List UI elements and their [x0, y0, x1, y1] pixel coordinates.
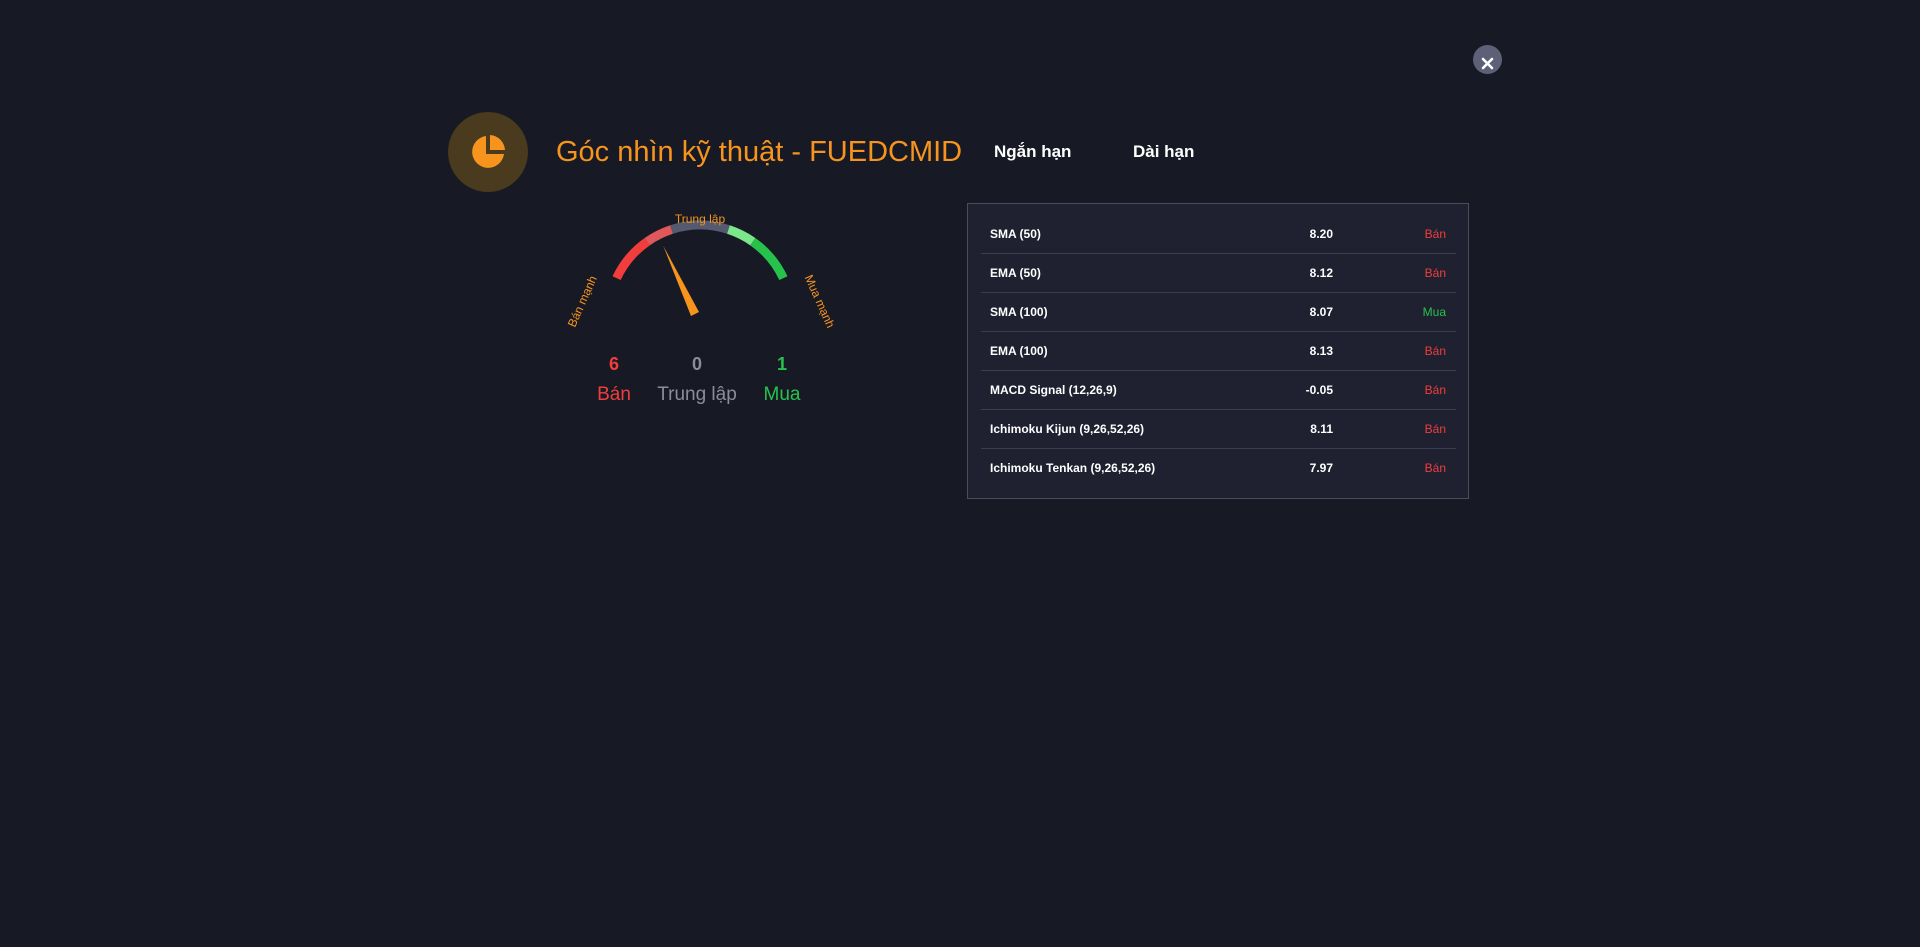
gauge-segment-strong-sell [612, 237, 650, 281]
indicator-name: Ichimoku Kijun (9,26,52,26) [990, 422, 1145, 436]
indicator-signal: Bán [1424, 422, 1446, 436]
indicator-signal: Bán [1424, 227, 1446, 241]
gauge-needle [663, 245, 699, 317]
gauge-label-strong-sell: Bán mạnh [565, 274, 600, 330]
indicator-name: SMA (50) [990, 227, 1041, 241]
table-row: SMA (100) 8.07 Mua [981, 293, 1456, 332]
gauge-segment-buy [726, 225, 756, 246]
tab-long-term[interactable]: Dài hạn [1133, 141, 1194, 163]
indicator-name: EMA (50) [990, 266, 1041, 280]
gauge-segment-sell [644, 225, 674, 246]
logo-badge [448, 112, 528, 192]
buy-count: 1 [776, 354, 787, 374]
neutral-count: 0 [691, 354, 702, 374]
tab-short-term[interactable]: Ngắn hạn [994, 141, 1071, 163]
indicator-value: -0.05 [1305, 383, 1333, 397]
indicator-name: SMA (100) [990, 305, 1048, 319]
close-button[interactable] [1473, 45, 1502, 74]
indicator-signal: Bán [1424, 461, 1446, 475]
indicator-name: MACD Signal (12,26,9) [990, 383, 1117, 397]
table-row: Ichimoku Tenkan (9,26,52,26) 7.97 Bán [981, 449, 1456, 487]
indicator-value: 8.13 [1309, 344, 1333, 358]
pie-chart-icon [472, 135, 505, 168]
gauge-label-neutral: Trung lập [675, 212, 726, 226]
table-row: EMA (50) 8.12 Bán [981, 254, 1456, 293]
sell-count: 6 [608, 354, 619, 374]
table-row: SMA (50) 8.20 Bán [981, 215, 1456, 254]
close-icon [1481, 57, 1494, 70]
gauge-segment-strong-buy [750, 237, 788, 281]
indicator-value: 7.97 [1309, 461, 1333, 475]
gauge-label-strong-buy: Mua mạnh [802, 273, 838, 330]
indicator-signal: Bán [1424, 383, 1446, 397]
page-title: Góc nhìn kỹ thuật - FUEDCMID [556, 136, 963, 168]
indicator-name: Ichimoku Tenkan (9,26,52,26) [990, 461, 1156, 475]
indicator-value: 8.12 [1309, 266, 1333, 280]
table-row: EMA (100) 8.13 Bán [981, 332, 1456, 371]
indicator-table: SMA (50) 8.20 Bán EMA (50) 8.12 Bán SMA … [967, 203, 1469, 499]
indicator-value: 8.20 [1309, 227, 1333, 241]
indicator-signal: Mua [1422, 305, 1446, 319]
table-row: Ichimoku Kijun (9,26,52,26) 8.11 Bán [981, 410, 1456, 449]
indicator-value: 8.07 [1309, 305, 1333, 319]
indicator-signal: Bán [1424, 344, 1446, 358]
indicator-name: EMA (100) [990, 344, 1048, 358]
sentiment-gauge: Trung lập Bán mạnh Mua mạnh [565, 212, 838, 330]
indicator-value: 8.11 [1310, 422, 1333, 436]
technical-view-modal: Góc nhìn kỹ thuật - FUEDCMID Ngắn hạn Dà… [0, 0, 1920, 947]
buy-label: Mua [763, 384, 801, 405]
indicator-signal: Bán [1424, 266, 1446, 280]
table-row: MACD Signal (12,26,9) -0.05 Bán [981, 371, 1456, 410]
